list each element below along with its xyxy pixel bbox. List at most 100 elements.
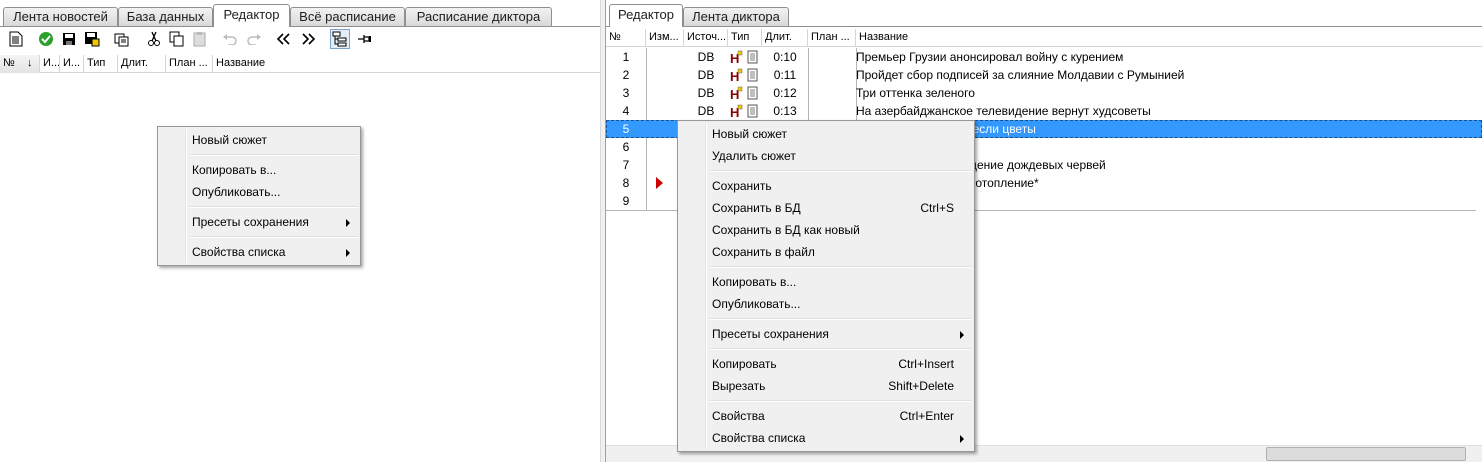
submenu-arrow-icon: [960, 435, 964, 443]
right-tabstrip: Редактор Лента диктора: [606, 0, 1482, 27]
cut-icon[interactable]: [144, 29, 164, 49]
menu-save-to-db[interactable]: Сохранить в БД Ctrl+S: [680, 197, 972, 219]
column-title[interactable]: Название: [213, 55, 600, 73]
column-number[interactable]: № ↓: [0, 55, 40, 73]
right-editor-pane: Редактор Лента диктора № Изм... Источ...…: [606, 0, 1482, 462]
previous-icon[interactable]: [274, 29, 294, 49]
row-duration: 0:10: [773, 50, 797, 64]
column-type[interactable]: Тип: [84, 55, 118, 73]
menu-properties[interactable]: Свойства Ctrl+Enter: [680, 405, 972, 427]
menu-publish[interactable]: Опубликовать...: [160, 181, 358, 203]
row-title: На азербайджанское телевидение вернут ху…: [856, 104, 1151, 118]
right-context-menu: Новый сюжет Удалить сюжет Сохранить Сохр…: [677, 120, 975, 452]
new-document-icon[interactable]: [6, 29, 26, 49]
tree-view-icon[interactable]: [330, 29, 350, 49]
row-source: DB: [697, 86, 715, 100]
save-as-icon[interactable]: [82, 29, 102, 49]
row-duration: 0:12: [773, 86, 797, 100]
menu-list-properties[interactable]: Свойства списка: [680, 427, 972, 449]
menu-new-story[interactable]: Новый сюжет: [160, 129, 358, 151]
row-number: 5: [622, 122, 630, 136]
tab-news-feed[interactable]: Лента новостей: [3, 7, 118, 26]
save-icon[interactable]: [59, 29, 79, 49]
row-title: Премьер Грузии анонсировал войну с курен…: [856, 50, 1124, 64]
column-title[interactable]: Название: [856, 29, 1482, 47]
shortcut-label: Ctrl+S: [920, 201, 954, 215]
row-type: H: [728, 84, 762, 102]
flag-icon: [654, 174, 668, 192]
menu-save-to-file[interactable]: Сохранить в файл: [680, 241, 972, 263]
column-number[interactable]: №: [606, 29, 646, 47]
next-icon[interactable]: [298, 29, 318, 49]
table-row[interactable]: 3 DB H 0:12 Три оттенка зеленого: [606, 84, 1482, 102]
column-changed[interactable]: Изм...: [646, 29, 684, 47]
row-type: H: [728, 48, 762, 66]
row-number: 7: [622, 158, 630, 172]
column-duration[interactable]: Длит.: [118, 55, 166, 73]
menu-save-presets[interactable]: Пресеты сохранения: [160, 211, 358, 233]
menu-new-story[interactable]: Новый сюжет: [680, 123, 972, 145]
shortcut-label: Ctrl+Enter: [899, 409, 954, 423]
left-tabstrip: Лента новостей База данных Редактор Всё …: [0, 0, 600, 27]
column-duration[interactable]: Длит.: [762, 29, 808, 47]
approve-icon[interactable]: [36, 29, 56, 49]
pin-icon[interactable]: [354, 29, 374, 49]
table-row[interactable]: 4 DB H 0:13 На азербайджанское телевиден…: [606, 102, 1482, 120]
row-duration: 0:13: [773, 104, 797, 118]
column-source[interactable]: И...: [60, 55, 84, 73]
tab-underline: [606, 26, 1482, 27]
shortcut-label: Shift+Delete: [888, 379, 954, 393]
row-source: DB: [697, 68, 715, 82]
editor-toolbar: [0, 27, 600, 51]
sort-arrow-icon: ↓: [27, 57, 33, 69]
left-column-header: № ↓ И... И... Тип Длит. План ... Названи…: [0, 55, 600, 73]
text-story-icon: H: [730, 86, 758, 102]
row-title: Три оттенка зеленого: [856, 86, 975, 100]
submenu-arrow-icon: [346, 219, 350, 227]
row-number: 8: [622, 176, 630, 190]
row-title: Пройдет сбор подписей за слияние Молдави…: [856, 68, 1185, 82]
menu-save[interactable]: Сохранить: [680, 175, 972, 197]
tab-all-schedule[interactable]: Всё расписание: [290, 7, 405, 26]
column-plan[interactable]: План ...: [166, 55, 213, 73]
row-type: H: [728, 66, 762, 84]
tab-announcer-feed[interactable]: Лента диктора: [683, 7, 789, 26]
copy-icon[interactable]: [167, 29, 187, 49]
column-plan[interactable]: План ...: [808, 29, 856, 47]
menu-copy-to[interactable]: Копировать в...: [680, 271, 972, 293]
table-row[interactable]: 2 DB H 0:11 Пройдет сбор подписей за сли…: [606, 66, 1482, 84]
submenu-arrow-icon: [960, 331, 964, 339]
tab-announcer-schedule[interactable]: Расписание диктора: [405, 7, 552, 26]
tab-editor-right[interactable]: Редактор: [609, 4, 683, 27]
menu-save-to-db-as-new[interactable]: Сохранить в БД как новый: [680, 219, 972, 241]
menu-copy-to[interactable]: Копировать в...: [160, 159, 358, 181]
column-changed[interactable]: И...: [40, 55, 60, 73]
menu-save-presets[interactable]: Пресеты сохранения: [680, 323, 972, 345]
tab-editor[interactable]: Редактор: [213, 4, 290, 27]
redo-icon: [244, 29, 264, 49]
text-story-icon: H: [730, 50, 758, 66]
copy-to-icon[interactable]: [112, 29, 132, 49]
column-source[interactable]: Источ...: [684, 29, 728, 47]
row-source: DB: [697, 104, 715, 118]
text-story-icon: H: [730, 68, 758, 84]
menu-list-properties[interactable]: Свойства списка: [160, 241, 358, 263]
menu-delete-story[interactable]: Удалить сюжет: [680, 145, 972, 167]
row-number: 4: [622, 104, 630, 118]
left-context-menu: Новый сюжет Копировать в... Опубликовать…: [157, 126, 361, 266]
row-number: 2: [622, 68, 630, 82]
text-story-icon: H: [730, 104, 758, 120]
menu-copy[interactable]: Копировать Ctrl+Insert: [680, 353, 972, 375]
menu-cut[interactable]: Вырезать Shift+Delete: [680, 375, 972, 397]
scrollbar-thumb[interactable]: [1266, 447, 1466, 461]
column-type[interactable]: Тип: [728, 29, 762, 47]
row-number: 1: [622, 50, 630, 64]
menu-publish[interactable]: Опубликовать...: [680, 293, 972, 315]
tab-database[interactable]: База данных: [118, 7, 213, 26]
row-duration: 0:11: [773, 68, 797, 82]
paste-icon: [190, 29, 210, 49]
table-row[interactable]: 1 DB H 0:10 Премьер Грузии анонсировал в…: [606, 48, 1482, 66]
right-column-header: № Изм... Источ... Тип Длит. План ... Наз…: [606, 29, 1482, 47]
row-type: H: [728, 102, 762, 120]
shortcut-label: Ctrl+Insert: [898, 357, 954, 371]
